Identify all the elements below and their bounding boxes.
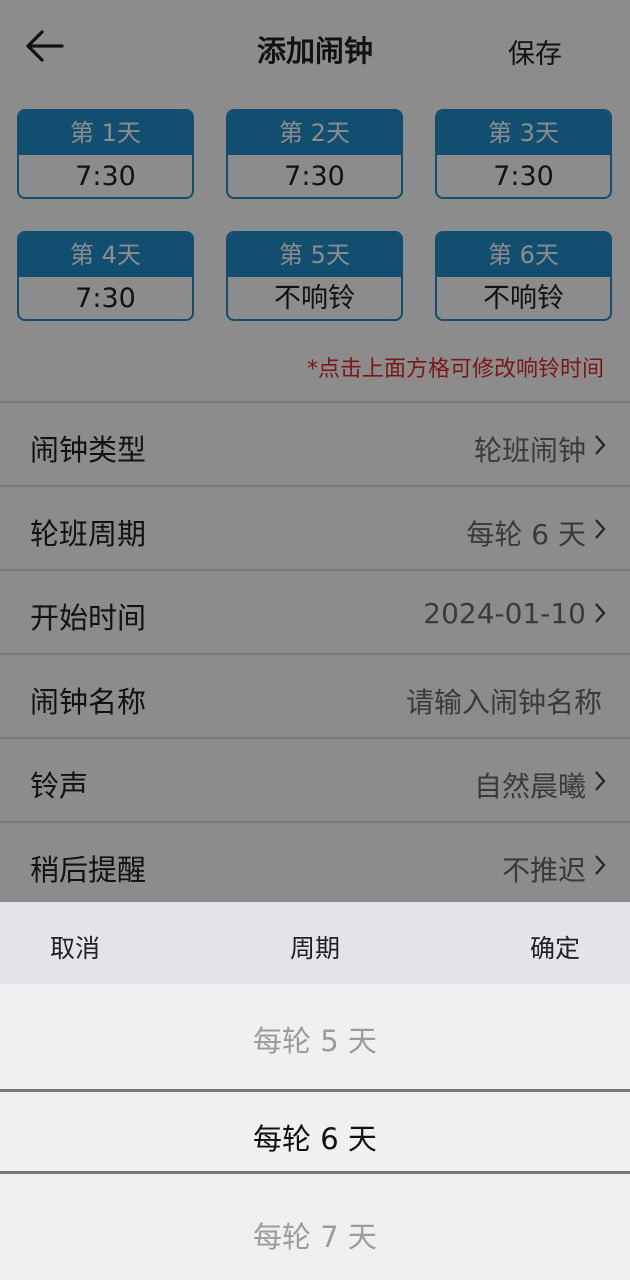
selection-line-bottom xyxy=(0,1171,630,1174)
picker-option-selected[interactable]: 每轮 6 天 xyxy=(0,1116,630,1158)
confirm-button[interactable]: 确定 xyxy=(530,929,580,965)
picker-toolbar: 取消 周期 确定 xyxy=(0,902,630,984)
cycle-picker-sheet: 取消 周期 确定 每轮 5 天 每轮 6 天 每轮 7 天 xyxy=(0,902,630,1280)
picker-option[interactable]: 每轮 7 天 xyxy=(0,1214,630,1256)
modal-overlay[interactable] xyxy=(0,0,630,902)
selection-line-top xyxy=(0,1089,630,1092)
picker-option[interactable]: 每轮 5 天 xyxy=(0,1018,630,1060)
